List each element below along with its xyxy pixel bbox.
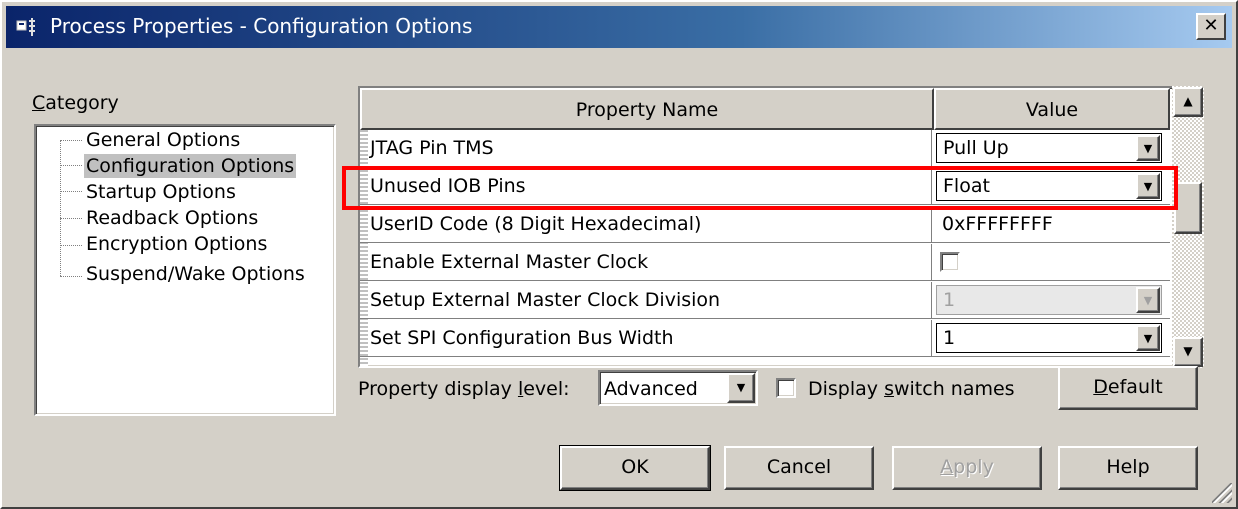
category-label: Category (32, 92, 119, 114)
display-switch-names-checkbox[interactable] (776, 378, 796, 398)
property-grid[interactable]: Property Name Value JTAG Pin TMS Pull Up… (358, 86, 1204, 368)
dropdown-value: 1 (943, 289, 956, 311)
tree-connector (60, 140, 61, 276)
window-title: Process Properties - Configuration Optio… (50, 14, 473, 38)
cancel-button[interactable]: Cancel (724, 446, 874, 490)
display-switch-names-label[interactable]: Display switch names (808, 378, 1015, 400)
close-button[interactable]: ✕ (1196, 13, 1226, 40)
tree-connector (60, 165, 82, 166)
property-row-enable-external-master-clock[interactable]: Enable External Master Clock (360, 244, 1170, 281)
chevron-down-icon: ▼ (1136, 287, 1160, 313)
spi-bus-width-dropdown[interactable]: 1 ▼ (936, 323, 1162, 353)
tree-item-general-options[interactable]: General Options (84, 128, 242, 152)
display-level-label: Property display level: (358, 378, 570, 400)
userid-code-field[interactable]: 0xFFFFFFFF (942, 212, 1053, 236)
property-value: Float ▼ (934, 168, 1166, 205)
chevron-down-icon[interactable]: ▼ (1136, 325, 1160, 351)
property-name: UserID Code (8 Digit Hexadecimal) (360, 206, 932, 243)
property-row-jtag-pin-tms[interactable]: JTAG Pin TMS Pull Up ▼ (360, 130, 1170, 167)
properties-icon (16, 18, 35, 36)
dropdown-value: Float (943, 175, 990, 197)
property-value: 0xFFFFFFFF (934, 206, 1166, 243)
resize-grip[interactable] (1212, 483, 1232, 503)
default-button[interactable]: Default (1058, 366, 1198, 410)
scrollbar-thumb[interactable] (1174, 182, 1202, 234)
tree-item-suspend-wake-options[interactable]: Suspend/Wake Options (84, 262, 307, 286)
property-name: Set SPI Configuration Bus Width (360, 320, 932, 357)
clock-division-dropdown[interactable]: 1 ▼ (936, 285, 1162, 315)
property-name: Enable External Master Clock (360, 244, 932, 281)
property-value: 1 ▼ (934, 320, 1166, 357)
property-name: Setup External Master Clock Division (360, 282, 932, 319)
arrow-up-icon: ▲ (1183, 94, 1193, 108)
scroll-down-button[interactable]: ▼ (1173, 337, 1203, 367)
property-row-spi-bus-width[interactable]: Set SPI Configuration Bus Width 1 ▼ (360, 320, 1170, 357)
chevron-down-icon[interactable]: ▼ (1136, 135, 1160, 161)
tree-connector (60, 140, 82, 141)
ok-button[interactable]: OK (559, 445, 711, 491)
column-header-value[interactable]: Value (934, 88, 1170, 130)
arrow-down-icon: ▼ (1183, 344, 1193, 358)
property-value (934, 244, 1166, 281)
tree-connector (60, 276, 82, 277)
chevron-down-icon[interactable]: ▼ (727, 373, 755, 403)
close-icon: ✕ (1203, 15, 1219, 36)
tree-item-encryption-options[interactable]: Encryption Options (84, 232, 269, 256)
help-button[interactable]: Help (1058, 446, 1198, 490)
category-tree[interactable]: General Options Configuration Options St… (34, 124, 336, 416)
dropdown-value: 1 (943, 327, 956, 349)
process-properties-dialog: Process Properties - Configuration Optio… (0, 0, 1238, 509)
tree-item-startup-options[interactable]: Startup Options (84, 180, 238, 204)
column-header-property-name[interactable]: Property Name (360, 88, 934, 130)
scroll-up-button[interactable]: ▲ (1173, 87, 1203, 117)
tree-item-configuration-options[interactable]: Configuration Options (84, 154, 297, 178)
chevron-down-icon[interactable]: ▼ (1136, 173, 1160, 199)
title-bar[interactable]: Process Properties - Configuration Optio… (6, 6, 1232, 48)
dropdown-value: Pull Up (943, 137, 1009, 159)
enable-external-master-clock-checkbox[interactable] (940, 252, 960, 272)
tree-connector (60, 218, 82, 219)
display-level-dropdown[interactable]: Advanced ▼ (598, 370, 758, 406)
property-value: Pull Up ▼ (934, 130, 1166, 167)
property-row-userid-code[interactable]: UserID Code (8 Digit Hexadecimal) 0xFFFF… (360, 206, 1170, 243)
tree-connector (60, 245, 82, 246)
tree-item-readback-options[interactable]: Readback Options (84, 206, 260, 230)
dropdown-value: Advanced (604, 378, 698, 400)
apply-button[interactable]: Apply (892, 446, 1042, 490)
property-value: 1 ▼ (934, 282, 1166, 319)
property-name: Unused IOB Pins (360, 168, 932, 205)
property-row-setup-external-master-clock-division[interactable]: Setup External Master Clock Division 1 ▼ (360, 282, 1170, 319)
jtag-pin-tms-dropdown[interactable]: Pull Up ▼ (936, 133, 1162, 163)
property-name: JTAG Pin TMS (360, 130, 932, 167)
unused-iob-pins-dropdown[interactable]: Float ▼ (936, 171, 1162, 201)
property-row-unused-iob-pins[interactable]: Unused IOB Pins Float ▼ (360, 168, 1170, 205)
tree-connector (60, 191, 82, 192)
